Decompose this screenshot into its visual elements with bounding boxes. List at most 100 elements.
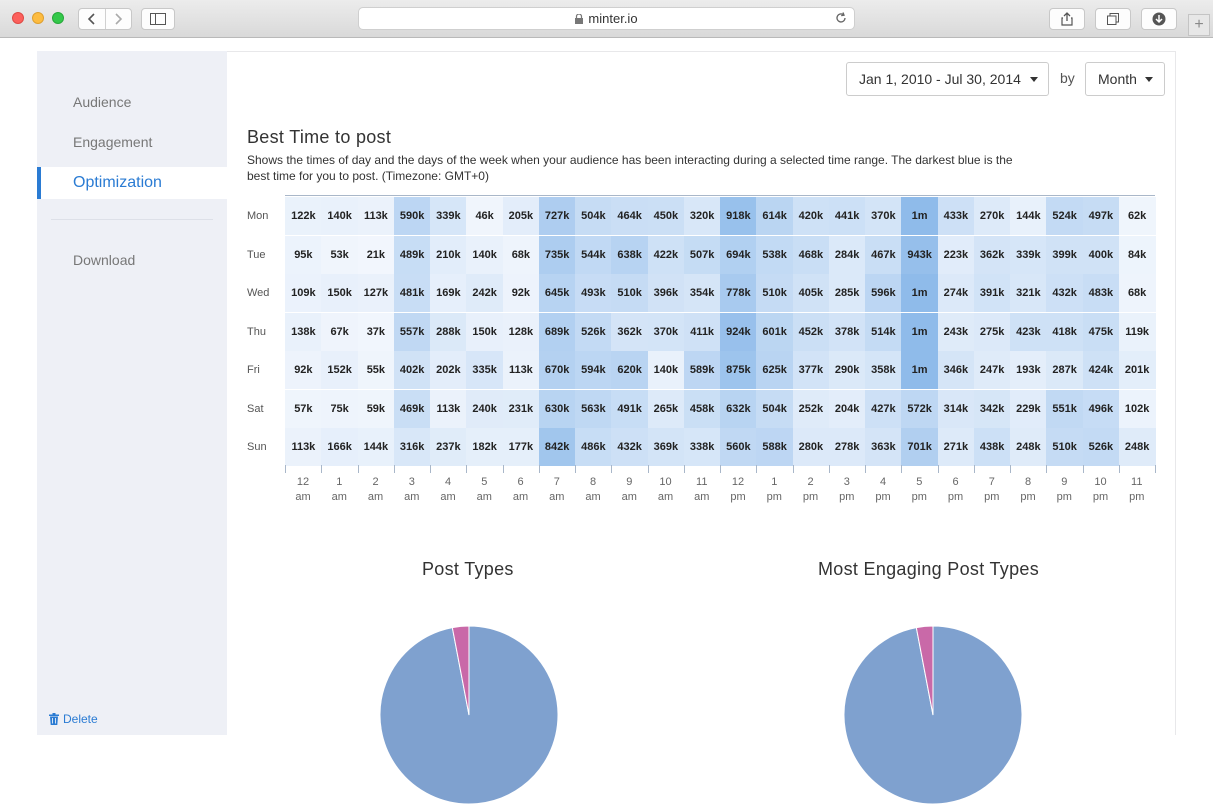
heatmap-cell[interactable]: 92k xyxy=(502,274,540,312)
heatmap-cell[interactable]: 670k xyxy=(538,351,576,389)
heatmap-cell[interactable]: 493k xyxy=(575,274,612,312)
delete-link[interactable]: Delete xyxy=(49,712,98,726)
sidebar-toggle-button[interactable] xyxy=(141,8,175,30)
heatmap-cell[interactable]: 271k xyxy=(937,428,975,466)
heatmap-cell[interactable]: 468k xyxy=(792,235,830,274)
heatmap-cell[interactable]: 438k xyxy=(973,428,1011,466)
heatmap-cell[interactable]: 405k xyxy=(792,274,830,312)
heatmap-cell[interactable]: 265k xyxy=(647,389,685,428)
heatmap-cell[interactable]: 177k xyxy=(502,428,540,466)
heatmap-cell[interactable]: 140k xyxy=(647,351,685,389)
heatmap-cell[interactable]: 563k xyxy=(575,389,612,428)
heatmap-cell[interactable]: 486k xyxy=(575,428,612,466)
heatmap-cell[interactable]: 1m xyxy=(901,274,938,312)
heatmap-cell[interactable]: 551k xyxy=(1046,389,1083,428)
heatmap-cell[interactable]: 62k xyxy=(1118,197,1156,235)
heatmap-cell[interactable]: 594k xyxy=(575,351,612,389)
heatmap-cell[interactable]: 590k xyxy=(393,197,431,235)
heatmap-cell[interactable]: 370k xyxy=(865,197,902,235)
heatmap-cell[interactable]: 420k xyxy=(792,197,830,235)
heatmap-cell[interactable]: 338k xyxy=(683,428,721,466)
heatmap-cell[interactable]: 427k xyxy=(865,389,902,428)
heatmap-cell[interactable]: 102k xyxy=(1118,389,1156,428)
heatmap-cell[interactable]: 1m xyxy=(901,197,938,235)
heatmap-cell[interactable]: 287k xyxy=(1046,351,1083,389)
heatmap-cell[interactable]: 399k xyxy=(1046,235,1083,274)
heatmap-cell[interactable]: 248k xyxy=(1118,428,1156,466)
tabs-overview-button[interactable] xyxy=(1095,8,1131,30)
heatmap-cell[interactable]: 601k xyxy=(756,312,793,351)
heatmap-cell[interactable]: 182k xyxy=(466,428,503,466)
heatmap-cell[interactable]: 402k xyxy=(393,351,431,389)
heatmap-cell[interactable]: 464k xyxy=(611,197,648,235)
heatmap-cell[interactable]: 210k xyxy=(430,235,467,274)
heatmap-cell[interactable]: 507k xyxy=(683,235,721,274)
heatmap-cell[interactable]: 467k xyxy=(865,235,902,274)
heatmap-cell[interactable]: 240k xyxy=(466,389,503,428)
heatmap-cell[interactable]: 270k xyxy=(973,197,1011,235)
heatmap-cell[interactable]: 452k xyxy=(792,312,830,351)
heatmap-cell[interactable]: 588k xyxy=(756,428,793,466)
heatmap-cell[interactable]: 113k xyxy=(285,428,322,466)
heatmap-cell[interactable]: 526k xyxy=(575,312,612,351)
minimize-window-button[interactable] xyxy=(32,12,44,24)
heatmap-cell[interactable]: 346k xyxy=(937,351,975,389)
heatmap-cell[interactable]: 918k xyxy=(720,197,757,235)
heatmap-cell[interactable]: 113k xyxy=(430,389,467,428)
heatmap-cell[interactable]: 475k xyxy=(1082,312,1120,351)
heatmap-cell[interactable]: 278k xyxy=(828,428,866,466)
heatmap-cell[interactable]: 1m xyxy=(901,351,938,389)
heatmap-cell[interactable]: 842k xyxy=(538,428,576,466)
heatmap-cell[interactable]: 689k xyxy=(538,312,576,351)
heatmap-cell[interactable]: 943k xyxy=(901,235,938,274)
heatmap-cell[interactable]: 280k xyxy=(792,428,830,466)
heatmap-cell[interactable]: 391k xyxy=(973,274,1011,312)
heatmap-cell[interactable]: 242k xyxy=(466,274,503,312)
heatmap-cell[interactable]: 411k xyxy=(683,312,721,351)
heatmap-cell[interactable]: 778k xyxy=(720,274,757,312)
heatmap-cell[interactable]: 560k xyxy=(720,428,757,466)
heatmap-cell[interactable]: 274k xyxy=(937,274,975,312)
heatmap-cell[interactable]: 290k xyxy=(828,351,866,389)
heatmap-cell[interactable]: 370k xyxy=(647,312,685,351)
heatmap-cell[interactable]: 201k xyxy=(1118,351,1156,389)
heatmap-cell[interactable]: 342k xyxy=(973,389,1011,428)
heatmap-cell[interactable]: 339k xyxy=(430,197,467,235)
heatmap-cell[interactable]: 557k xyxy=(393,312,431,351)
heatmap-cell[interactable]: 524k xyxy=(1046,197,1083,235)
heatmap-cell[interactable]: 314k xyxy=(937,389,975,428)
heatmap-cell[interactable]: 526k xyxy=(1082,428,1120,466)
heatmap-cell[interactable]: 875k xyxy=(720,351,757,389)
heatmap-cell[interactable]: 75k xyxy=(321,389,358,428)
heatmap-cell[interactable]: 166k xyxy=(321,428,358,466)
heatmap-cell[interactable]: 109k xyxy=(285,274,322,312)
heatmap-cell[interactable]: 37k xyxy=(357,312,395,351)
heatmap-cell[interactable]: 53k xyxy=(321,235,358,274)
heatmap-cell[interactable]: 248k xyxy=(1010,428,1047,466)
heatmap-cell[interactable]: 694k xyxy=(720,235,757,274)
close-window-button[interactable] xyxy=(12,12,24,24)
heatmap-cell[interactable]: 358k xyxy=(865,351,902,389)
heatmap-cell[interactable]: 450k xyxy=(647,197,685,235)
heatmap-cell[interactable]: 68k xyxy=(502,235,540,274)
heatmap-cell[interactable]: 150k xyxy=(321,274,358,312)
heatmap-cell[interactable]: 68k xyxy=(1118,274,1156,312)
heatmap-cell[interactable]: 432k xyxy=(1046,274,1083,312)
heatmap-cell[interactable]: 544k xyxy=(575,235,612,274)
heatmap-cell[interactable]: 418k xyxy=(1046,312,1083,351)
heatmap-cell[interactable]: 247k xyxy=(973,351,1011,389)
heatmap-cell[interactable]: 243k xyxy=(937,312,975,351)
heatmap-cell[interactable]: 122k xyxy=(285,197,322,235)
heatmap-cell[interactable]: 433k xyxy=(937,197,975,235)
heatmap-cell[interactable]: 645k xyxy=(538,274,576,312)
heatmap-cell[interactable]: 138k xyxy=(285,312,322,351)
address-bar[interactable]: minter.io xyxy=(358,7,855,30)
heatmap-cell[interactable]: 423k xyxy=(1010,312,1047,351)
heatmap-cell[interactable]: 335k xyxy=(466,351,503,389)
heatmap-cell[interactable]: 614k xyxy=(756,197,793,235)
heatmap-cell[interactable]: 84k xyxy=(1118,235,1156,274)
heatmap-cell[interactable]: 144k xyxy=(1010,197,1047,235)
heatmap-cell[interactable]: 497k xyxy=(1082,197,1120,235)
heatmap-cell[interactable]: 510k xyxy=(611,274,648,312)
heatmap-cell[interactable]: 152k xyxy=(321,351,358,389)
